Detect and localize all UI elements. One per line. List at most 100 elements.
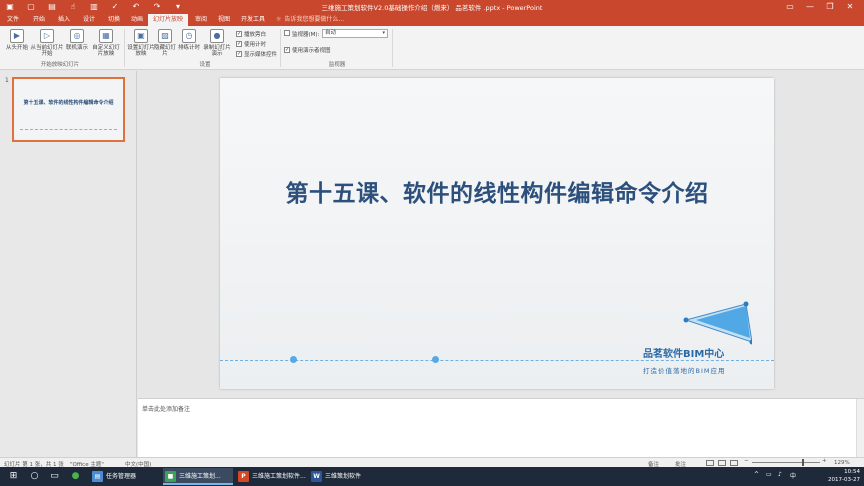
- from-beginning-label: 从头开始: [5, 45, 28, 51]
- taskbar-item-label: 三维施工策划...: [179, 473, 221, 480]
- use-timings-checkbox[interactable]: ✓ 使用计时: [236, 40, 266, 48]
- custom-show-button[interactable]: ▦ 自定义幻灯片放映: [90, 29, 122, 57]
- tab-review[interactable]: 审阅: [190, 14, 212, 26]
- lightbulb-icon: ☼: [276, 16, 282, 23]
- record-label: 录制幻灯片演示: [203, 45, 231, 57]
- monitor-label-text: 监视器(M):: [292, 32, 320, 38]
- restore-button[interactable]: ❐: [820, 0, 840, 14]
- task-view-icon[interactable]: ▭: [48, 470, 61, 483]
- zoom-out-button[interactable]: −: [744, 458, 749, 464]
- normal-view-icon[interactable]: [706, 460, 714, 466]
- play-narrations-label: 播放旁白: [244, 32, 267, 38]
- search-icon[interactable]: ○: [28, 470, 41, 483]
- presenter-view-label: 使用演示者视图: [292, 48, 331, 54]
- present-online-button[interactable]: ◎ 联机演示: [62, 29, 92, 51]
- clock-date: 2017-03-27: [828, 477, 860, 483]
- tray-chevron-icon[interactable]: ^: [754, 471, 759, 478]
- present-online-label: 联机演示: [65, 45, 88, 51]
- taskbar-item-task-manager[interactable]: ▤ 任务管理器: [90, 468, 160, 485]
- slide-canvas[interactable]: 第十五课、软件的线性构件编辑命令介绍 品茗软件BIM中心 打造价值落地的BIM应…: [220, 78, 774, 389]
- from-current-button[interactable]: ▷ 从当前幻灯片开始: [30, 29, 64, 57]
- notes-scrollbar[interactable]: [856, 399, 864, 458]
- ime-icon[interactable]: 中: [790, 471, 796, 480]
- tell-me-box[interactable]: ☼ 告诉我您想要做什么...: [276, 14, 344, 26]
- tab-developer[interactable]: 开发工具: [238, 14, 268, 26]
- clock-time: 10:54: [844, 469, 860, 475]
- taskbar-item-label: 三维施工策划软件...: [252, 473, 306, 480]
- sorter-view-icon[interactable]: [718, 460, 726, 466]
- clock[interactable]: 10:54 2017-03-27: [828, 468, 860, 484]
- tab-home[interactable]: 开始: [28, 14, 50, 26]
- chevron-down-icon: ▾: [382, 30, 385, 36]
- slide-title[interactable]: 第十五课、软件的线性构件编辑命令介绍: [220, 174, 774, 208]
- tab-slideshow[interactable]: 幻灯片放映: [148, 14, 188, 26]
- title-bar: ▣ ▢ ▤ ☝ ▥ ✓ ↶ ↷ ▾ 三维施工策划软件V2.0基础操作介绍（燃来）…: [0, 0, 864, 14]
- notes-pane[interactable]: 单击此处添加备注: [138, 398, 864, 458]
- divider-dot: [290, 356, 297, 363]
- tab-file[interactable]: 文件: [4, 14, 22, 26]
- checkmark-icon: ✓: [236, 41, 242, 47]
- play-current-icon: ▷: [40, 29, 54, 43]
- hide-slide-label: 隐藏幻灯片: [153, 45, 176, 57]
- status-bar: 幻灯片 第 1 张，共 1 张 "Office 主题" 中文(中国) 备注 批注…: [0, 457, 864, 468]
- play-narrations-checkbox[interactable]: ✓ 播放旁白: [236, 30, 266, 38]
- tab-animations[interactable]: 动画: [126, 14, 148, 26]
- taskbar-item-powerpoint[interactable]: P 三维施工策划软件...: [236, 468, 306, 485]
- setup-show-icon: ▣: [134, 29, 148, 43]
- hide-slide-icon: ▨: [158, 29, 172, 43]
- from-current-label: 从当前幻灯片开始: [30, 45, 64, 57]
- ribbon-display-icon[interactable]: ▭: [780, 0, 800, 14]
- powerpoint-icon: P: [238, 471, 249, 482]
- network-icon[interactable]: ▭: [766, 471, 772, 478]
- browser-icon[interactable]: ●: [69, 470, 82, 483]
- show-media-controls-checkbox[interactable]: ✓ 显示媒体控件: [236, 50, 277, 58]
- presenter-view-checkbox[interactable]: ✓ 使用演示者视图: [284, 46, 331, 54]
- brand-tagline: 打造价值落地的BIM应用: [643, 367, 726, 375]
- rehearse-label: 排练计时: [177, 45, 200, 51]
- record-button[interactable]: ● 录制幻灯片演示: [201, 29, 233, 57]
- use-timings-label: 使用计时: [244, 42, 267, 48]
- custom-show-icon: ▦: [99, 29, 113, 43]
- monitor-select[interactable]: 自动 ▾: [322, 29, 388, 38]
- taskbar-item-word[interactable]: W 三维策划软件v2.0...: [309, 468, 379, 485]
- tab-view[interactable]: 视图: [213, 14, 235, 26]
- slide-thumbnail[interactable]: 第十五课、软件的线性构件编辑命令介绍: [12, 77, 125, 142]
- app-icon: ■: [165, 471, 176, 482]
- task-manager-icon: ▤: [92, 471, 103, 482]
- brand-name: 品茗软件BIM中心: [643, 349, 725, 360]
- thumbnail-divider: [20, 129, 117, 130]
- tell-me-text: 告诉我您想要做什么...: [284, 16, 345, 23]
- close-button[interactable]: ✕: [840, 0, 860, 14]
- thumbnail-title: 第十五课、软件的线性构件编辑命令介绍: [23, 100, 114, 106]
- slideshow-view-icon[interactable]: [730, 460, 738, 466]
- taskbar-item-app[interactable]: ■ 三维施工策划...: [163, 468, 233, 485]
- tab-insert[interactable]: 插入: [53, 14, 75, 26]
- monitor-select-value: 自动: [325, 30, 337, 36]
- window-title: 三维施工策划软件V2.0基础操作介绍（燃来） 品茗软件 .pptx - Powe…: [321, 4, 543, 12]
- zoom-level[interactable]: 129%: [834, 460, 850, 466]
- brand-logo: [683, 301, 752, 345]
- zoom-in-button[interactable]: +: [822, 458, 827, 464]
- group-divider: [392, 29, 393, 67]
- present-online-icon: ◎: [70, 29, 84, 43]
- thumbnail-number: 1: [5, 77, 9, 84]
- group-label-monitors: 监视器: [328, 62, 346, 68]
- tab-transitions[interactable]: 切换: [103, 14, 125, 26]
- from-beginning-button[interactable]: ▶ 从头开始: [2, 29, 32, 51]
- show-media-controls-label: 显示媒体控件: [244, 52, 278, 58]
- notes-placeholder: 单击此处添加备注: [142, 406, 191, 413]
- minimize-button[interactable]: —: [800, 0, 820, 14]
- zoom-slider-handle[interactable]: [802, 459, 804, 466]
- group-label-start: 开始放映幻灯片: [40, 62, 80, 68]
- checkmark-icon: ✓: [236, 31, 242, 37]
- windows-start-icon[interactable]: ⊞: [7, 470, 20, 483]
- play-icon: ▶: [10, 29, 24, 43]
- taskbar-item-label: 三维策划软件v2.0...: [325, 473, 362, 480]
- group-divider: [124, 29, 125, 67]
- volume-icon[interactable]: ♪: [778, 471, 782, 478]
- tab-design[interactable]: 设计: [78, 14, 100, 26]
- rehearse-button[interactable]: ◷ 排练计时: [175, 29, 203, 51]
- setup-show-label: 设置幻灯片放映: [127, 45, 155, 57]
- zoom-slider[interactable]: [752, 462, 820, 463]
- taskbar: ⊞ ○ ▭ ● ▤ 任务管理器 ■ 三维施工策划... P 三维施工策划软件..…: [0, 467, 864, 486]
